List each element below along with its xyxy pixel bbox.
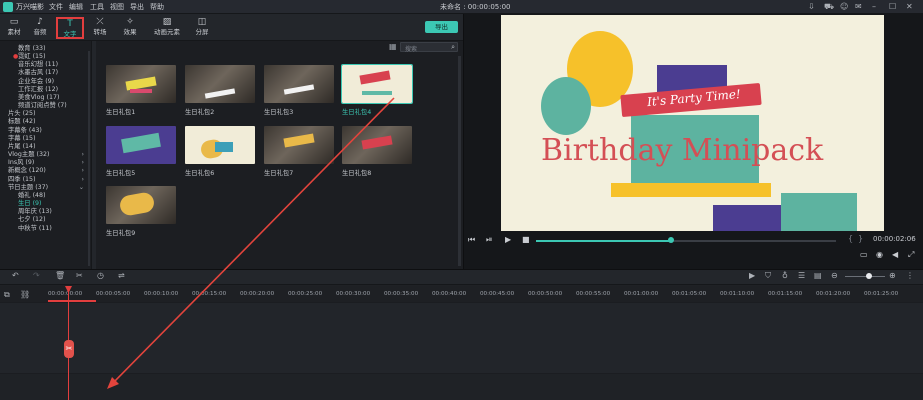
drag-arrow-line [111,97,395,385]
drag-arrow-annotation [107,97,395,389]
app-window: 万兴喵影 文件 编辑 工具 视图 导出 帮助 未命名 : 00:00:05:00… [0,0,923,400]
